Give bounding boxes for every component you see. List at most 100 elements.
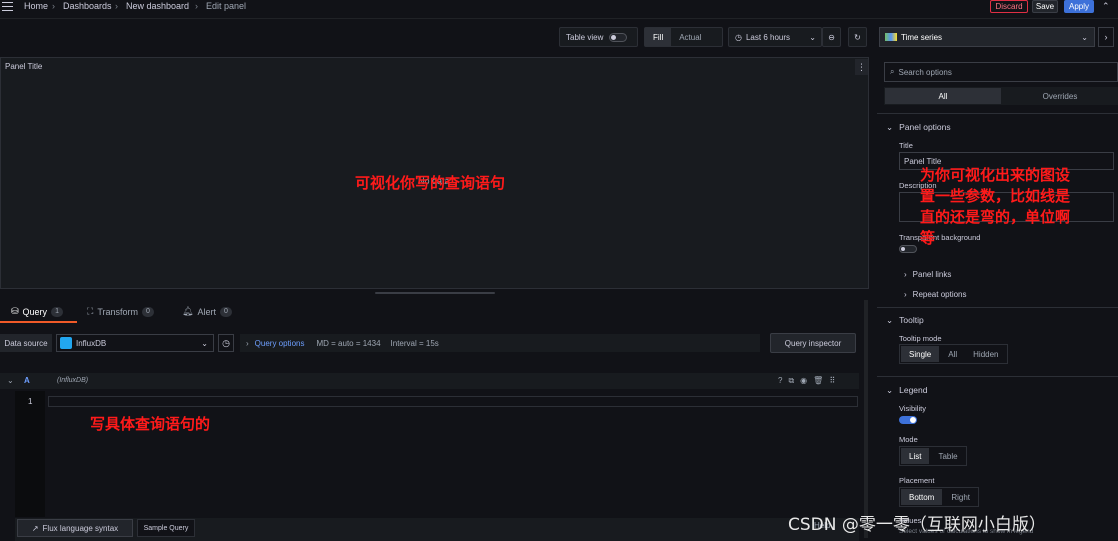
apply-button[interactable]: Apply: [1064, 0, 1094, 13]
fill-option[interactable]: Fill: [645, 28, 672, 46]
section-label: Tooltip: [899, 315, 924, 325]
chevron-down-icon: ⌄: [886, 385, 894, 395]
query-editor[interactable]: [15, 391, 859, 517]
drag-handle-icon[interactable]: ⠿: [829, 376, 835, 386]
help-circle-icon[interactable]: ?: [778, 376, 782, 386]
line-number: 1: [28, 397, 33, 406]
duplicate-icon[interactable]: ⧉: [788, 376, 794, 386]
tab-query-label: Query: [22, 306, 48, 317]
legend-mode-group: List Table: [899, 446, 967, 466]
fill-actual-group: Fill Actual: [644, 27, 723, 47]
mode-label: Mode: [899, 435, 918, 444]
breadcrumb-new-dashboard[interactable]: New dashboard: [126, 1, 189, 11]
interval-value: Interval = 15s: [390, 338, 439, 348]
tab-all[interactable]: All: [885, 88, 1001, 104]
chevron-right-icon: ›: [246, 338, 249, 348]
chevron-right-icon: ›: [904, 270, 907, 279]
collapse-icon[interactable]: ⌄: [7, 376, 14, 385]
visualization-picker[interactable]: Time series ⌄: [879, 27, 1095, 47]
zoom-out-button[interactable]: ⊖: [822, 27, 841, 47]
toggle-switch[interactable]: [609, 32, 628, 42]
breadcrumb-home[interactable]: Home: [24, 1, 48, 11]
table-view-toggle[interactable]: Table view: [559, 27, 638, 47]
query-actions: ? ⧉ ◉ 🗑︎ ⠿: [778, 376, 835, 386]
visibility-toggle[interactable]: [899, 416, 917, 424]
placement-bottom[interactable]: Bottom: [901, 489, 943, 505]
tab-alert-label: Alert: [197, 306, 216, 317]
legend-section[interactable]: ⌄ Legend: [886, 385, 928, 396]
breadcrumb-dashboards[interactable]: Dashboards: [63, 1, 112, 11]
breadcrumb-separator: ›: [115, 1, 118, 11]
legend-mode-table[interactable]: Table: [930, 447, 965, 465]
tooltip-mode-all[interactable]: All: [940, 345, 965, 363]
trash-icon[interactable]: 🗑︎: [813, 376, 823, 386]
chevron-up-icon[interactable]: ⌃: [1102, 1, 1110, 12]
repeat-options-section[interactable]: › Repeat options: [904, 290, 967, 299]
tab-transform[interactable]: ⛶ Transform 0: [87, 306, 154, 317]
divider: [877, 113, 1118, 114]
hamburger-menu-icon[interactable]: [2, 2, 13, 11]
tooltip-mode-label: Tooltip mode: [899, 334, 942, 343]
query-ref-id[interactable]: A: [24, 376, 30, 385]
actual-option[interactable]: Actual: [671, 33, 709, 42]
tab-query-count: 1: [51, 306, 63, 317]
divider: [0, 18, 1118, 19]
data-source-label: Data source: [0, 334, 52, 352]
breadcrumb-separator: ›: [195, 1, 198, 11]
breadcrumb-separator: ›: [52, 1, 55, 11]
refresh-button[interactable]: ↻: [848, 27, 867, 47]
title-label: Title: [899, 141, 913, 150]
data-source-select[interactable]: InfluxDB ⌄: [56, 334, 214, 352]
time-range-label: Last 6 hours: [745, 32, 791, 42]
query-options-link[interactable]: Query options: [255, 339, 305, 348]
editor-active-line[interactable]: [48, 396, 858, 407]
legend-mode-list[interactable]: List: [901, 448, 930, 464]
tab-transform-count: 0: [141, 306, 154, 317]
time-range-picker[interactable]: ◷ Last 6 hours ⌄: [728, 27, 822, 47]
chevron-down-icon: ⌄: [201, 338, 208, 348]
eye-icon[interactable]: ◉: [800, 376, 807, 386]
panel-options-section[interactable]: ⌄ Panel options: [886, 122, 951, 133]
tab-alert[interactable]: 🔔︎ Alert 0: [182, 306, 232, 317]
discard-button[interactable]: Discard: [990, 0, 1028, 13]
placement-label: Placement: [899, 476, 935, 485]
save-button[interactable]: Save: [1032, 0, 1058, 13]
search-icon: ⌕: [890, 67, 895, 76]
chevron-down-icon: ⌄: [1081, 32, 1088, 42]
tab-overrides[interactable]: Overrides: [1002, 87, 1118, 105]
panel-links-section[interactable]: › Panel links: [904, 270, 951, 279]
tooltip-mode-group: Single All Hidden: [899, 344, 1008, 364]
resize-handle[interactable]: [375, 292, 495, 294]
active-tab-indicator: [0, 321, 77, 323]
tooltip-section[interactable]: ⌄ Tooltip: [886, 315, 924, 326]
options-tabs: All Overrides: [884, 87, 1118, 105]
query-history-button[interactable]: ◷: [218, 334, 234, 352]
search-placeholder: Search options: [898, 67, 952, 77]
breadcrumb-edit-panel: Edit panel: [206, 1, 247, 11]
chevron-down-icon: ⌄: [809, 32, 816, 42]
search-options-input[interactable]: ⌕ Search options: [884, 62, 1118, 82]
chevron-down-icon: ⌄: [886, 315, 894, 325]
legend-placement-group: Bottom Right: [899, 487, 980, 507]
collapse-sidebar-button[interactable]: ›: [1098, 27, 1114, 47]
bell-icon: 🔔︎: [182, 306, 194, 316]
tab-alert-count: 0: [219, 306, 232, 317]
md-value: MD = auto = 1434: [316, 338, 381, 348]
placement-right[interactable]: Right: [943, 488, 978, 506]
panel-title: Panel Title: [5, 62, 43, 71]
query-inspector-button[interactable]: Query inspector: [770, 333, 856, 353]
tooltip-mode-single[interactable]: Single: [901, 346, 940, 362]
tab-query[interactable]: ⛁ Query 1: [11, 306, 63, 317]
query-options-bar[interactable]: › Query options MD = auto = 1434 Interva…: [240, 334, 760, 352]
chevron-right-icon: ›: [904, 290, 907, 299]
flux-syntax-button[interactable]: ↗ Flux language syntax: [17, 519, 133, 537]
zoom-out-icon: ⊖: [828, 32, 835, 42]
panel-menu-icon[interactable]: ⋮: [855, 59, 868, 75]
sample-query-button[interactable]: Sample Query: [137, 519, 195, 537]
data-source-value: InfluxDB: [76, 338, 107, 348]
scrollbar[interactable]: [864, 300, 868, 538]
transparent-toggle[interactable]: [899, 245, 917, 253]
tab-transform-label: Transform: [97, 306, 138, 317]
tooltip-mode-hidden[interactable]: Hidden: [965, 345, 1006, 363]
annotation-options: 为你可视化出来的图设置一些参数，比如线是直的还是弯的，单位啊等: [920, 166, 1071, 247]
